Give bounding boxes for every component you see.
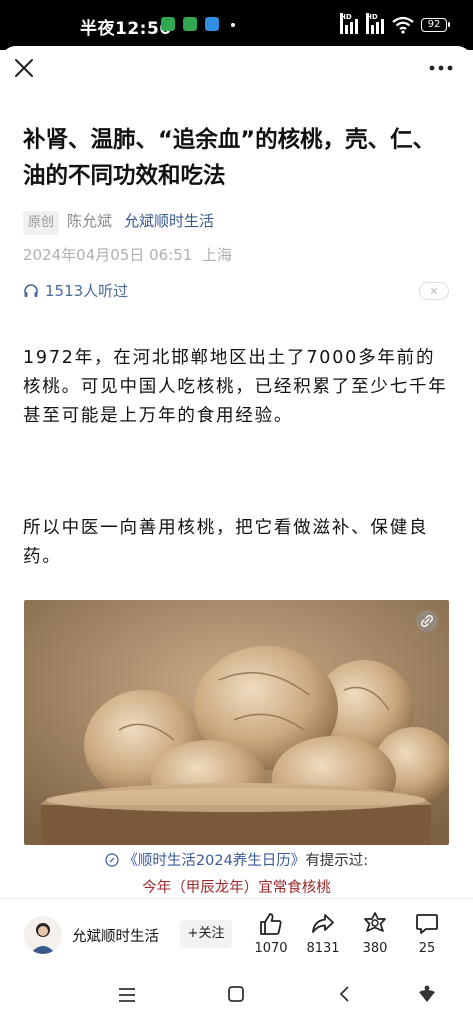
headphone-icon (24, 283, 38, 297)
follow-button[interactable]: +关注 (180, 920, 232, 948)
source-account-link[interactable]: 允斌顺时生活 (124, 212, 214, 230)
caption-highlight: 今年（甲辰龙年）宜常食核桃 (142, 880, 331, 896)
status-time: 半夜12:56 (80, 19, 172, 39)
close-icon[interactable] (12, 56, 36, 80)
signal-icon: HD (340, 13, 360, 34)
original-badge: 原创 (23, 211, 60, 235)
nav-back-icon[interactable] (337, 985, 351, 1003)
listen-count: 1513人听过 (45, 282, 129, 300)
favorite-icon (364, 912, 386, 932)
paragraph: 所以中医一向善用核桃，把它看做滋补、保健良药。 (23, 518, 429, 567)
publish-info: 2024年04月05日 06:51 上海 (23, 244, 232, 265)
publish-date: 2024年04月05日 06:51 (23, 246, 193, 264)
comment-button[interactable]: 25 (402, 911, 452, 956)
walnut-illustration (24, 600, 449, 845)
top-bar (0, 46, 473, 92)
listen-close-icon[interactable] (419, 282, 449, 300)
comment-count: 25 (418, 941, 436, 956)
like-icon (260, 913, 282, 935)
battery-indicator: 92 (421, 18, 450, 32)
nav-assistant-icon[interactable] (417, 984, 437, 1004)
signal-icon-2: HD (366, 13, 386, 34)
listen-bar[interactable]: 1513人听过 (23, 280, 128, 301)
nav-home-icon[interactable] (227, 985, 245, 1003)
notify-dot-icon (231, 23, 235, 27)
share-icon (312, 914, 334, 933)
comment-icon (416, 914, 438, 934)
publish-location: 上海 (201, 246, 232, 264)
caption-link-icon (105, 853, 119, 867)
article-title: 补肾、温肺、“追余血”的核桃，壳、仁、油的不同功效和吃法 (23, 127, 436, 189)
nav-menu-icon[interactable] (118, 986, 136, 1004)
status-bar: 半夜12:56 HD HD 92 (0, 0, 473, 50)
like-button[interactable]: 1070 (246, 911, 296, 956)
walnut-photo[interactable] (24, 600, 449, 845)
caption-book-link[interactable]: 《顺时生活2024养生日历》 (123, 853, 305, 869)
image-caption[interactable]: 《顺时生活2024养生日历》有提示过: (0, 849, 473, 870)
like-count: 1070 (254, 941, 288, 956)
caption-hint: 有提示过: (305, 853, 369, 869)
paragraph: 1972年，在河北邯郸地区出土了7000多年前的核桃。可见中国人吃核桃，已经积累… (23, 348, 448, 426)
favorite-count: 380 (362, 941, 388, 956)
share-count: 8131 (306, 941, 340, 956)
phone-notify-icon (183, 17, 197, 31)
shield-notify-icon (161, 17, 175, 31)
account-name[interactable]: 允斌顺时生活 (72, 925, 159, 946)
bottom-action-bar: 允斌顺时生活 +关注 1070 8131 380 25 (0, 898, 473, 971)
wifi-icon (392, 16, 414, 34)
upload-notify-icon (205, 17, 219, 31)
account-avatar[interactable] (24, 916, 62, 954)
system-nav-bar (0, 970, 473, 1024)
favorite-button[interactable]: 380 (350, 911, 400, 956)
share-button[interactable]: 8131 (298, 911, 348, 956)
more-icon[interactable] (428, 56, 454, 80)
author-name[interactable]: 陈允斌 (67, 212, 112, 230)
article-meta: 原创 陈允斌 允斌顺时生活 (23, 209, 214, 235)
link-icon[interactable] (416, 610, 438, 632)
